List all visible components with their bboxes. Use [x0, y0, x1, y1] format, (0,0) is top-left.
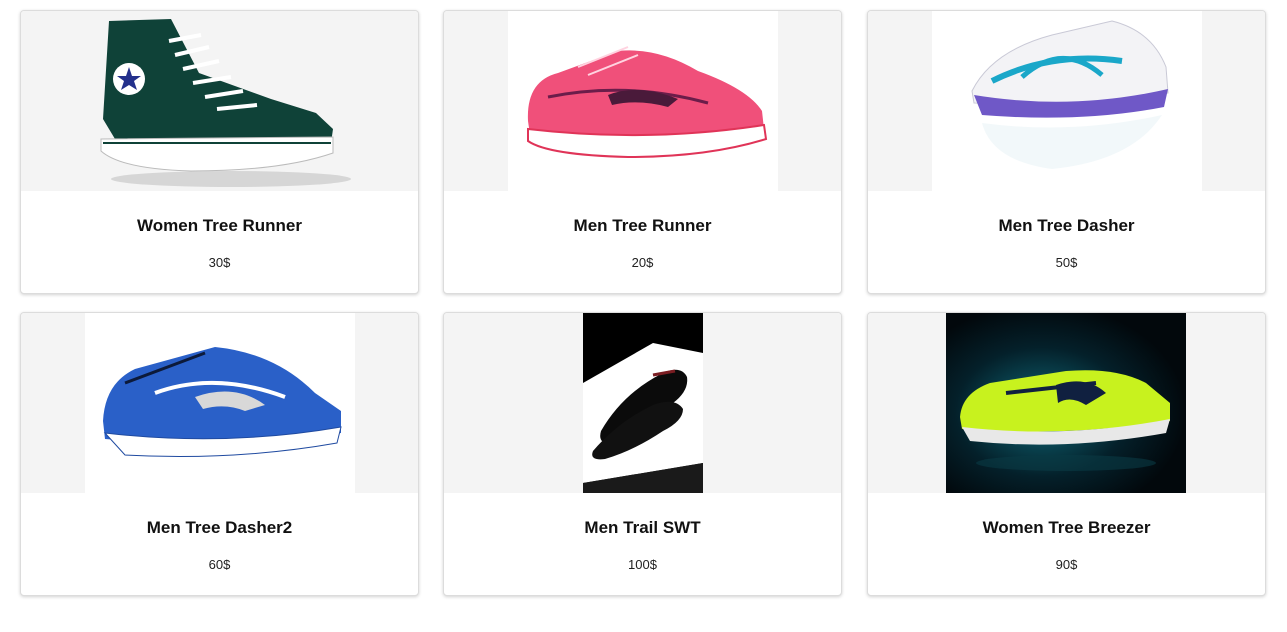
- pink-running-shoe-icon[interactable]: [508, 11, 778, 191]
- product-name: Women Tree Breezer: [982, 518, 1151, 537]
- blue-running-shoe-icon[interactable]: [85, 313, 355, 493]
- product-image-area: [444, 313, 841, 493]
- black-dress-shoes-icon[interactable]: [583, 313, 703, 493]
- product-image-area: [868, 313, 1265, 493]
- product-price: 30$: [208, 255, 231, 270]
- product-name: Men Tree Dasher2: [146, 518, 293, 537]
- product-image-area: [444, 11, 841, 191]
- product-price: 100$: [628, 557, 657, 572]
- neon-running-shoe-icon[interactable]: [946, 313, 1186, 493]
- product-name: Men Tree Dasher: [998, 216, 1135, 235]
- product-card-men-tree-dasher2[interactable]: Men Tree Dasher2 60$: [20, 312, 419, 596]
- product-name: Men Trail SWT: [584, 518, 701, 537]
- product-image-area: [21, 11, 418, 191]
- product-card-men-trail-swt[interactable]: Men Trail SWT 100$: [443, 312, 842, 596]
- white-blue-running-shoe-icon[interactable]: [932, 11, 1202, 191]
- product-price: 90$: [1055, 557, 1078, 572]
- product-card-women-tree-runner[interactable]: Women Tree Runner 30$: [20, 10, 419, 294]
- product-image-area: [868, 11, 1265, 191]
- hightop-canvas-sneaker-icon[interactable]: [81, 11, 361, 191]
- product-price: 20$: [631, 255, 654, 270]
- product-name: Women Tree Runner: [137, 216, 302, 235]
- product-price: 50$: [1055, 255, 1078, 270]
- product-grid: Women Tree Runner 30$ Men Tree Runner 20…: [0, 0, 1287, 632]
- product-card-men-tree-runner[interactable]: Men Tree Runner 20$: [443, 10, 842, 294]
- product-card-men-tree-dasher[interactable]: Men Tree Dasher 50$: [867, 10, 1266, 294]
- product-name: Men Tree Runner: [573, 216, 712, 235]
- product-card-women-tree-breezer[interactable]: Women Tree Breezer 90$: [867, 312, 1266, 596]
- product-price: 60$: [208, 557, 231, 572]
- product-image-area: [21, 313, 418, 493]
